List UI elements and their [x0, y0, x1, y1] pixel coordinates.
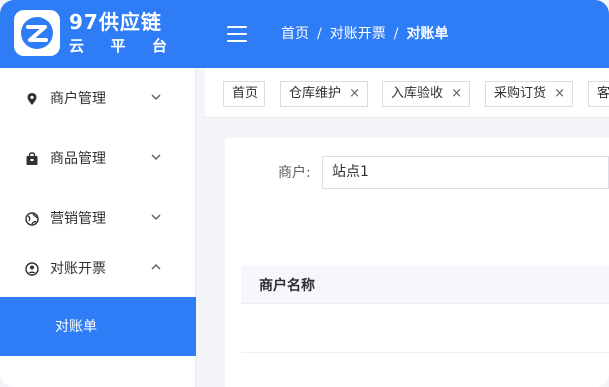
logo-icon	[21, 17, 53, 49]
brand-sub-char: 平	[110, 37, 126, 55]
sidebar-item-label: 商户管理	[50, 91, 106, 107]
close-icon[interactable]: ×	[554, 82, 565, 106]
tab-label: 首页	[232, 86, 259, 101]
merchant-select[interactable]: 站点1	[322, 156, 609, 189]
chevron-down-icon	[151, 94, 161, 101]
tab-warehouse[interactable]: 仓库维护 ×	[280, 81, 368, 107]
tab-label: 仓库维护	[289, 86, 342, 101]
column-header-merchant-name: 商户名称	[259, 278, 315, 294]
bag-icon	[26, 152, 38, 165]
tabs-bar: 首页 仓库维护 × 入库验收 × 采购订货 × 客	[205, 68, 609, 118]
breadcrumb-home[interactable]: 首页	[281, 26, 309, 42]
brand-sub-char: 台	[151, 37, 167, 55]
user-circle-icon	[25, 262, 39, 276]
tab-purchase-order[interactable]: 采购订货 ×	[485, 81, 573, 107]
close-icon[interactable]: ×	[451, 82, 462, 106]
breadcrumb-separator: /	[393, 26, 399, 42]
brand-subtitle: 云 平 台	[69, 36, 167, 56]
tab-label: 入库验收	[391, 86, 444, 101]
breadcrumb: 首页 / 对账开票 / 对账单	[281, 24, 448, 44]
top-bar: 97供应链 云 平 台 首页 / 对账开票 / 对账单	[0, 0, 609, 68]
sidebar-item-goods[interactable]: 商品管理	[0, 138, 196, 178]
chevron-down-icon	[151, 214, 161, 221]
table-header: 商户名称	[241, 266, 609, 304]
tab-customer[interactable]: 客	[588, 81, 609, 107]
sidebar-item-label: 营销管理	[50, 211, 106, 227]
tab-inbound-check[interactable]: 入库验收 ×	[382, 81, 470, 107]
sidebar-item-label: 商品管理	[50, 151, 106, 167]
sidebar-item-marketing[interactable]: 营销管理	[0, 198, 196, 238]
breadcrumb-separator: /	[317, 26, 322, 42]
hamburger-menu-icon[interactable]	[227, 26, 247, 42]
tab-home[interactable]: 首页	[223, 81, 265, 107]
close-icon[interactable]: ×	[349, 82, 360, 106]
map-pin-icon	[27, 93, 37, 105]
merchant-label: 商户:	[278, 165, 311, 181]
table-row	[241, 305, 609, 353]
sidebar-item-label: 对账开票	[50, 261, 106, 277]
logo	[14, 10, 60, 56]
tab-label: 采购订货	[494, 86, 547, 101]
brand-sub-char: 云	[69, 37, 85, 55]
breadcrumb-parent[interactable]: 对账开票	[330, 26, 386, 42]
chevron-up-icon	[151, 263, 161, 270]
sidebar-item-merchant[interactable]: 商户管理	[0, 78, 196, 118]
breadcrumb-current: 对账单	[406, 26, 449, 42]
app-window: 97供应链 云 平 台 首页 / 对账开票 / 对账单 商户管理 商品管理 营销…	[0, 0, 609, 387]
brand-title: 97供应链	[69, 10, 162, 34]
sidebar-subitem-statement[interactable]: 对账单	[0, 297, 196, 356]
sidebar-subitem-label: 对账单	[55, 319, 97, 335]
globe-icon	[25, 212, 39, 226]
sidebar: 商户管理 商品管理 营销管理 对账开票 对账单	[0, 68, 196, 387]
tab-label: 客	[597, 86, 609, 101]
sidebar-item-reconciliation[interactable]: 对账开票	[0, 248, 196, 288]
chevron-down-icon	[151, 154, 161, 161]
